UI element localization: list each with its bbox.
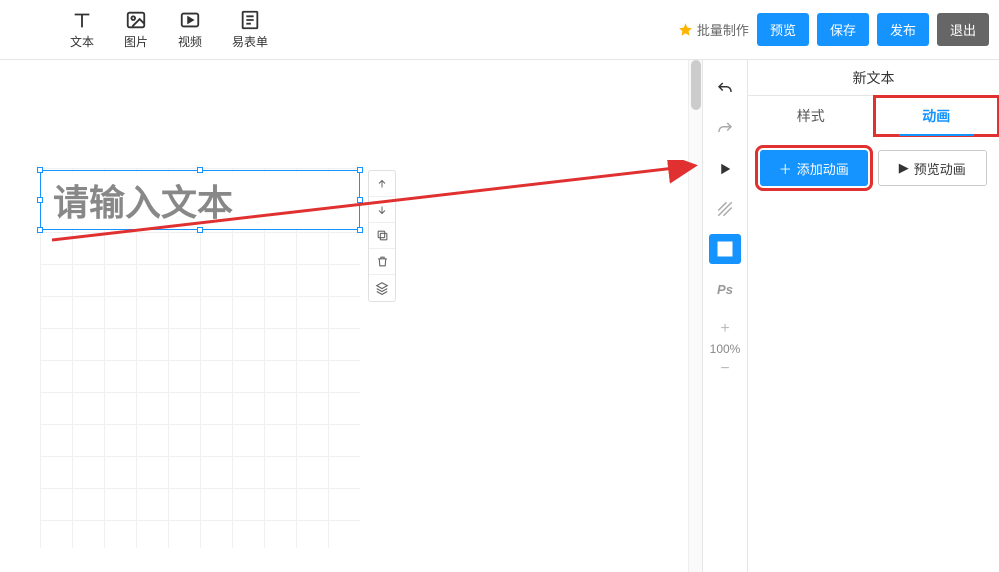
- zoom-level: 100%: [710, 342, 741, 356]
- ps-icon: Ps: [717, 282, 733, 297]
- preview-animation-button[interactable]: ▶ 预览动画: [878, 150, 988, 186]
- arrow-up-icon: [376, 178, 388, 190]
- zoom-controls: + 100% −: [710, 320, 741, 378]
- top-toolbar: 文本 图片 视频 易表单 批量制作 预览 保存 发布 退出: [0, 0, 999, 60]
- text-element-content: 请输入文本: [53, 174, 233, 226]
- zoom-out-button[interactable]: −: [720, 360, 729, 378]
- grid-icon: [716, 240, 734, 258]
- resize-handle-mb[interactable]: [197, 227, 203, 233]
- plus-icon: ＋: [779, 159, 792, 178]
- undo-button[interactable]: [709, 74, 741, 104]
- delete-button[interactable]: [369, 249, 395, 275]
- text-icon: [71, 9, 93, 31]
- undo-icon: [716, 80, 734, 98]
- canvas-scrollbar[interactable]: [688, 60, 702, 572]
- publish-button[interactable]: 发布: [877, 13, 929, 46]
- hatch-button[interactable]: [709, 194, 741, 224]
- tool-image-label: 图片: [124, 33, 148, 50]
- tab-style[interactable]: 样式: [748, 96, 874, 136]
- form-icon: [239, 9, 261, 31]
- tool-video[interactable]: 视频: [178, 9, 202, 50]
- preview-button[interactable]: 预览: [757, 13, 809, 46]
- main-area: 请输入文本: [0, 60, 999, 572]
- tool-text[interactable]: 文本: [70, 9, 94, 50]
- preview-animation-label: 预览动画: [914, 159, 966, 178]
- toolbar-right-group: 批量制作 预览 保存 发布 退出: [678, 13, 989, 46]
- add-animation-label: 添加动画: [797, 159, 849, 178]
- resize-handle-tr[interactable]: [357, 167, 363, 173]
- arrow-down-icon: [376, 204, 388, 216]
- resize-handle-mr[interactable]: [357, 197, 363, 203]
- play-small-icon: ▶: [899, 160, 909, 176]
- diagonal-lines-icon: [716, 200, 734, 218]
- star-icon: [678, 22, 693, 37]
- tool-form[interactable]: 易表单: [232, 9, 268, 50]
- ps-button[interactable]: Ps: [709, 274, 741, 304]
- tool-image[interactable]: 图片: [124, 9, 148, 50]
- properties-panel: 新文本 样式 动画 ＋ 添加动画 ▶ 预览动画: [747, 60, 999, 572]
- resize-handle-ml[interactable]: [37, 197, 43, 203]
- resize-handle-mt[interactable]: [197, 167, 203, 173]
- element-tool-strip: [368, 170, 396, 302]
- tool-video-label: 视频: [178, 33, 202, 50]
- add-animation-button[interactable]: ＋ 添加动画: [760, 150, 868, 186]
- video-icon: [179, 9, 201, 31]
- grid-button[interactable]: [709, 234, 741, 264]
- image-icon: [125, 9, 147, 31]
- tab-animation[interactable]: 动画: [874, 96, 999, 136]
- canvas-area[interactable]: 请输入文本: [0, 60, 688, 572]
- toolbar-left-group: 文本 图片 视频 易表单: [70, 9, 268, 50]
- resize-handle-tl[interactable]: [37, 167, 43, 173]
- tool-form-label: 易表单: [232, 33, 268, 50]
- panel-tabs: 样式 动画: [748, 96, 999, 136]
- resize-handle-br[interactable]: [357, 227, 363, 233]
- move-up-button[interactable]: [369, 171, 395, 197]
- copy-button[interactable]: [369, 223, 395, 249]
- text-element-selected[interactable]: 请输入文本: [40, 170, 360, 230]
- side-tool-column: Ps + 100% −: [702, 60, 747, 572]
- redo-icon: [716, 120, 734, 138]
- copy-icon: [376, 229, 389, 242]
- play-button[interactable]: [709, 154, 741, 184]
- play-icon: [716, 160, 734, 178]
- layers-button[interactable]: [369, 275, 395, 301]
- tool-text-label: 文本: [70, 33, 94, 50]
- layers-icon: [375, 281, 389, 295]
- exit-button[interactable]: 退出: [937, 13, 989, 46]
- move-down-button[interactable]: [369, 197, 395, 223]
- batch-create-link[interactable]: 批量制作: [678, 20, 749, 39]
- redo-button[interactable]: [709, 114, 741, 144]
- panel-title: 新文本: [748, 60, 999, 96]
- zoom-in-button[interactable]: +: [720, 320, 729, 338]
- panel-body: ＋ 添加动画 ▶ 预览动画: [748, 136, 999, 200]
- save-button[interactable]: 保存: [817, 13, 869, 46]
- resize-handle-bl[interactable]: [37, 227, 43, 233]
- batch-create-label: 批量制作: [697, 20, 749, 39]
- scrollbar-thumb[interactable]: [691, 60, 701, 110]
- trash-icon: [376, 255, 389, 268]
